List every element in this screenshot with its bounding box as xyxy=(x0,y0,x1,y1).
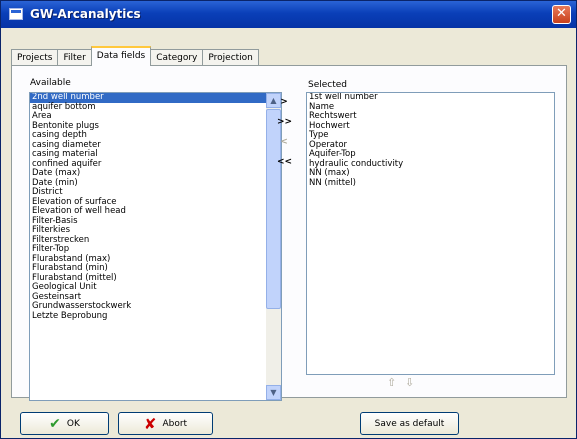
arrow-up-icon[interactable]: ⇧ xyxy=(387,376,396,389)
tab-projection[interactable]: Projection xyxy=(202,49,259,66)
available-label: Available xyxy=(30,78,71,88)
tab-projects[interactable]: Projects xyxy=(11,49,59,66)
window-title: GW-Arcanalytics xyxy=(30,7,141,21)
save-as-default-label: Save as default xyxy=(374,418,445,429)
abort-label: Abort xyxy=(162,418,188,429)
remove-button[interactable]: < xyxy=(277,136,291,148)
add-all-button[interactable]: >> xyxy=(277,116,292,128)
selected-items: 1st well number Name Rechtswert Hochwert Typ… xyxy=(307,93,554,188)
x-icon: ✘ xyxy=(143,414,157,433)
ok-label: OK xyxy=(66,418,80,429)
available-list[interactable]: 2nd well number aquifer bottom Area Bentoni… xyxy=(29,92,282,401)
abort-button[interactable]: ✘ Abort xyxy=(118,412,213,435)
scroll-down-icon[interactable]: ▼ xyxy=(266,385,281,400)
list-item[interactable]: NN (mittel) xyxy=(307,178,554,189)
list-item[interactable]: Date (min) xyxy=(30,178,281,189)
list-item[interactable]: aquifer bottom xyxy=(30,102,281,113)
remove-all-button[interactable]: << xyxy=(277,156,292,168)
tab-filter[interactable]: Filter xyxy=(57,49,92,66)
available-items: 2nd well number aquifer bottom Area Bentoni… xyxy=(30,93,281,321)
app-icon xyxy=(9,8,23,20)
tab-strip: Projects Filter Data fields Category Pro… xyxy=(11,46,259,66)
selected-list[interactable]: 1st well number Name Rechtswert Hochwert Typ… xyxy=(306,92,555,375)
close-button[interactable]: ✕ xyxy=(552,5,571,24)
checkmark-icon: ✔ xyxy=(49,415,61,432)
arrow-down-icon[interactable]: ⇩ xyxy=(405,376,414,389)
dialog-window: GW-Arcanalytics ✕ Projects Filter Data f… xyxy=(0,0,577,439)
tab-category[interactable]: Category xyxy=(150,49,204,66)
close-icon: ✕ xyxy=(556,6,567,21)
tab-data-fields[interactable]: Data fields xyxy=(90,46,152,66)
save-as-default-button[interactable]: Save as default xyxy=(360,412,459,435)
add-button[interactable]: > xyxy=(277,96,291,108)
selected-label: Selected xyxy=(308,80,348,90)
ok-button[interactable]: ✔ OK xyxy=(20,412,109,435)
title-bar[interactable]: GW-Arcanalytics ✕ xyxy=(1,1,576,28)
list-item[interactable]: Letzte Beprobung xyxy=(30,311,281,322)
list-item[interactable]: 1st well number xyxy=(307,93,554,103)
list-item[interactable]: Hochwert xyxy=(307,121,554,132)
